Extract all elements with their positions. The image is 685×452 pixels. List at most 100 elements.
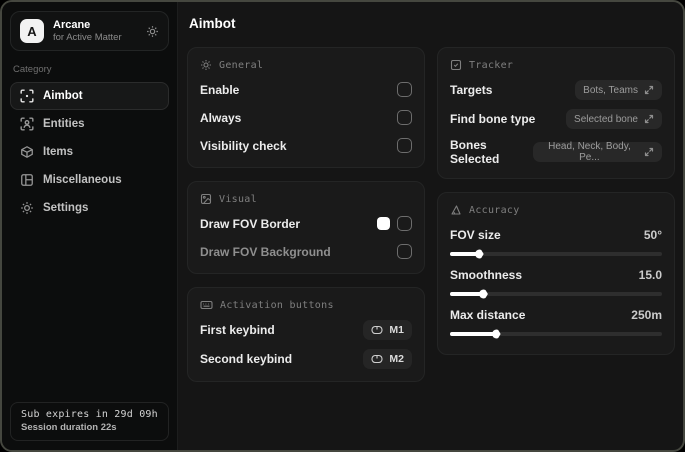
setting-label: First keybind (200, 323, 275, 337)
tracker-card-header: Tracker (450, 59, 662, 71)
first-keybind-button[interactable]: M1 (363, 320, 412, 340)
slider-value: 250m (631, 307, 662, 322)
fov-border-color-swatch[interactable] (377, 217, 390, 230)
slider-fill (450, 329, 501, 339)
setting-row: First keybind M1 (200, 320, 412, 340)
sidebar: A Arcane for Active Matter Category Aimb… (2, 2, 178, 450)
session-duration-text: Session duration 22s (21, 422, 117, 433)
slider-fill (450, 289, 488, 299)
expand-icon (644, 85, 654, 95)
expand-icon (644, 114, 654, 124)
setting-row: Draw FOV Border (200, 214, 412, 233)
card-title-label: Accuracy (469, 204, 520, 216)
checkbox-visibility-check[interactable] (397, 138, 412, 153)
checkbox-draw-fov-border[interactable] (397, 216, 412, 231)
tracker-card: Tracker Targets Bots, Teams Find bone ty… (437, 47, 675, 179)
gear-icon (20, 201, 34, 215)
general-card: General Enable Always Visibility check (187, 47, 425, 168)
image-icon (200, 193, 212, 205)
max-distance-slider[interactable] (450, 329, 662, 339)
brand-text: Arcane for Active Matter (53, 19, 137, 44)
smoothness-slider[interactable] (450, 289, 662, 299)
category-label: Category (13, 64, 52, 75)
entities-scan-icon (20, 117, 34, 131)
sidebar-item-items[interactable]: Items (10, 138, 169, 166)
card-title-label: Visual (219, 193, 257, 205)
setting-label: Draw FOV Background (200, 244, 331, 259)
setting-row: Visibility check (200, 136, 412, 155)
slider-thumb[interactable] (491, 329, 501, 339)
setting-label: Enable (200, 82, 240, 97)
keybind-value: M2 (389, 353, 404, 365)
fov-size-slider[interactable] (450, 249, 662, 259)
targets-select[interactable]: Bots, Teams (575, 80, 662, 100)
sidebar-nav: Aimbot Entities Items Miscellaneous Sett… (10, 82, 169, 222)
setting-row: Smoothness 15.0 (450, 265, 662, 284)
select-value: Selected bone (574, 113, 638, 125)
slider-thumb[interactable] (478, 289, 488, 299)
select-value: Head, Neck, Body, Pe... (548, 141, 631, 163)
app-window: A Arcane for Active Matter Category Aimb… (0, 0, 685, 452)
setting-row: Find bone type Selected bone (450, 109, 662, 129)
sidebar-item-aimbot[interactable]: Aimbot (10, 82, 169, 110)
app-logo: A (20, 19, 44, 43)
gear-icon[interactable] (146, 25, 159, 38)
setting-row: Bones Selected Head, Neck, Body, Pe... (450, 138, 662, 166)
keybind-value: M1 (389, 324, 404, 336)
main-content: Aimbot General Enable Always Visibility … (178, 2, 683, 450)
slider-fill (450, 249, 484, 259)
sidebar-item-label: Miscellaneous (43, 174, 122, 186)
setting-row: FOV size 50° (450, 225, 662, 244)
sidebar-item-settings[interactable]: Settings (10, 194, 169, 222)
slider-value: 15.0 (638, 267, 662, 282)
left-column: General Enable Always Visibility check V… (187, 47, 425, 395)
setting-row: Always (200, 108, 412, 127)
expand-icon (644, 147, 654, 157)
setting-label: Find bone type (450, 112, 536, 126)
setting-row: Max distance 250m (450, 305, 662, 324)
gear-icon (200, 59, 212, 71)
crosshair-scan-icon (20, 89, 34, 103)
page-title: Aimbot (189, 16, 236, 31)
layout-icon (20, 173, 34, 187)
setting-label: Visibility check (200, 138, 287, 153)
target-box-icon (450, 59, 462, 71)
activation-card-header: Activation buttons (200, 299, 412, 311)
general-card-header: General (200, 59, 412, 71)
sidebar-item-miscellaneous[interactable]: Miscellaneous (10, 166, 169, 194)
setting-row: Second keybind M2 (200, 349, 412, 369)
find-bone-type-select[interactable]: Selected bone (566, 109, 662, 129)
setting-label: Draw FOV Border (200, 216, 301, 231)
checkbox-always[interactable] (397, 110, 412, 125)
select-value: Bots, Teams (583, 84, 638, 96)
setting-label: Targets (450, 83, 493, 97)
subscription-info: Sub expires in 29d 09h Session duration … (10, 402, 169, 441)
sidebar-item-entities[interactable]: Entities (10, 110, 169, 138)
visual-card: Visual Draw FOV Border Draw FOV Backgrou… (187, 181, 425, 274)
card-title-label: General (219, 59, 264, 71)
sidebar-item-label: Items (43, 146, 74, 158)
checkbox-draw-fov-background[interactable] (397, 244, 412, 259)
sidebar-item-label: Aimbot (43, 90, 83, 102)
card-title-label: Activation buttons (220, 299, 334, 311)
cube-icon (20, 145, 34, 159)
checkbox-enable[interactable] (397, 82, 412, 97)
setting-label: Second keybind (200, 352, 293, 366)
slider-thumb[interactable] (474, 249, 484, 259)
slider-value: 50° (643, 227, 662, 242)
accuracy-card-header: Accuracy (450, 204, 662, 216)
bones-selected-select[interactable]: Head, Neck, Body, Pe... (532, 141, 662, 163)
setting-label: Bones Selected (450, 138, 500, 166)
slider-group: Max distance 250m (450, 305, 662, 339)
second-keybind-button[interactable]: M2 (363, 349, 412, 369)
sub-expires-text: Sub expires in 29d 09h (21, 409, 158, 420)
app-title: Arcane (53, 18, 91, 31)
brand-card: A Arcane for Active Matter (10, 11, 169, 51)
app-subtitle: for Active Matter (53, 31, 122, 43)
setting-row: Targets Bots, Teams (450, 80, 662, 100)
activation-card: Activation buttons First keybind M1 Seco… (187, 287, 425, 382)
setting-row: Draw FOV Background (200, 242, 412, 261)
setting-label: Max distance (450, 307, 526, 322)
sidebar-item-label: Settings (43, 202, 89, 214)
setting-label: FOV size (450, 227, 501, 242)
